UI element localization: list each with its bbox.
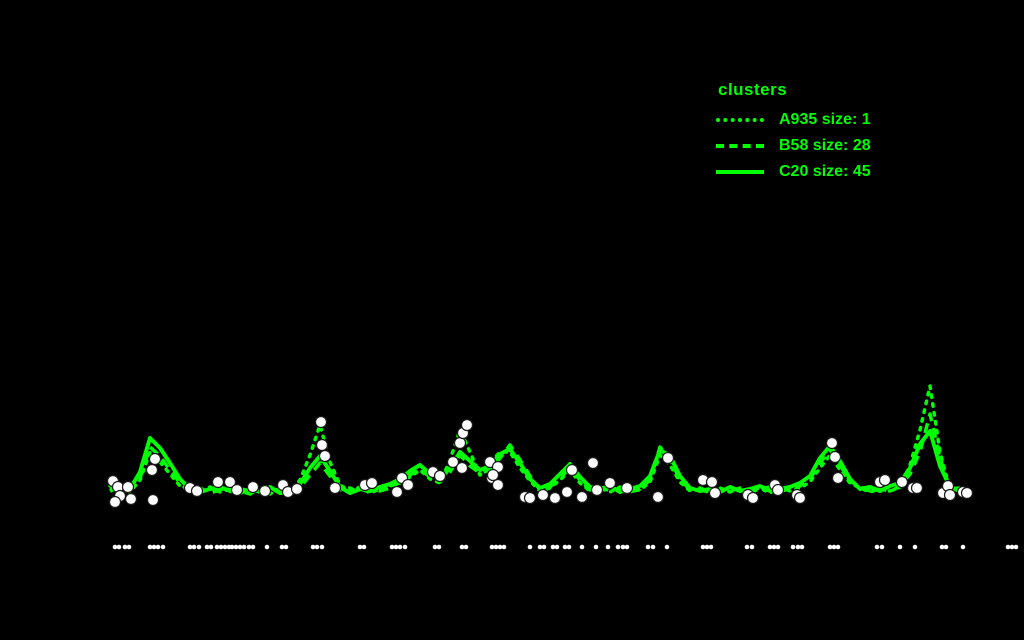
legend-label-c20: C20 size: 45 xyxy=(779,163,871,180)
chart-canvas: clusters A935 size: 1 B58 size: 28 C20 s… xyxy=(0,0,1024,640)
legend-label-a935: A935 size: 1 xyxy=(779,111,871,128)
chart-legend: clusters A935 size: 1 B58 size: 28 C20 s… xyxy=(716,80,871,185)
legend-item-c20: C20 size: 45 xyxy=(716,159,871,185)
legend-item-b58: B58 size: 28 xyxy=(716,133,871,159)
dotted-line-icon xyxy=(716,118,764,122)
legend-item-a935: A935 size: 1 xyxy=(716,107,871,133)
dashed-line-icon xyxy=(716,144,764,148)
legend-label-b58: B58 size: 28 xyxy=(779,137,871,154)
solid-line-icon xyxy=(716,170,764,174)
legend-title: clusters xyxy=(718,80,788,99)
